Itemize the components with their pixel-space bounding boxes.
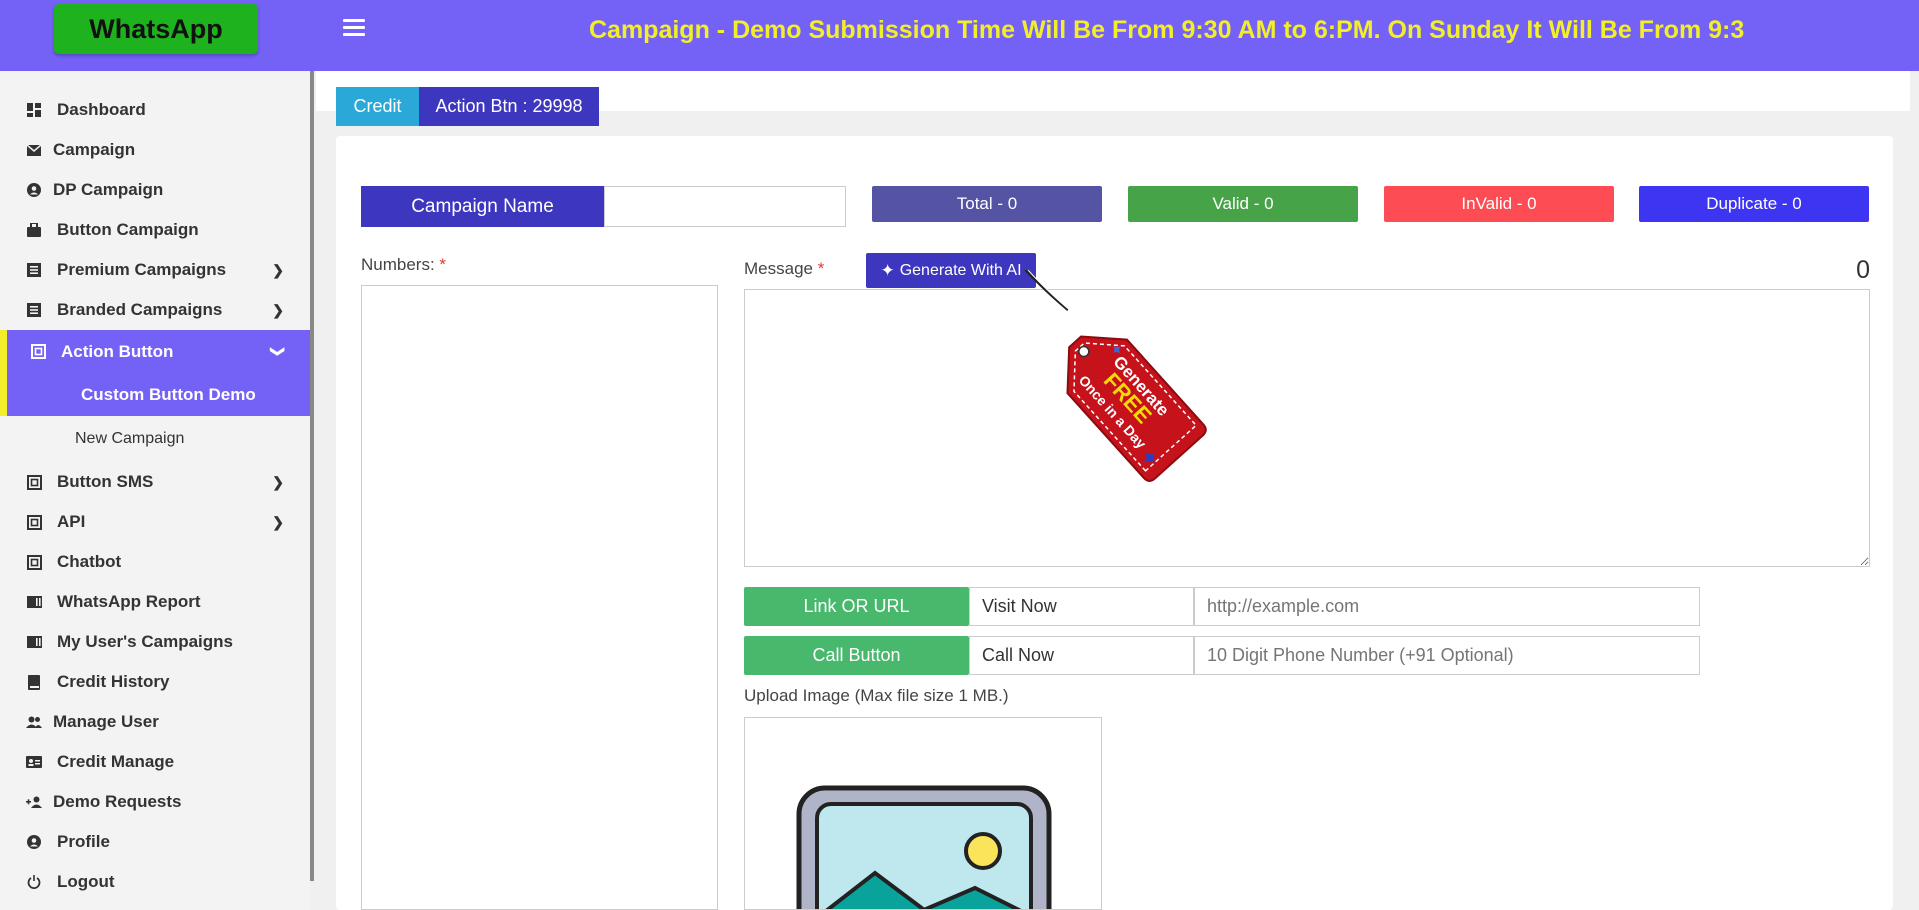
sidebar-item-label: Credit Manage [57,752,175,771]
bar-chart-icon [26,634,42,650]
frame-icon [26,554,42,570]
bag-icon [26,222,42,238]
sparkle-icon: ✦ [880,260,895,280]
numbers-label-text: Numbers: [361,255,435,274]
sidebar-item-dashboard[interactable]: Dashboard [0,90,310,130]
sidebar-item-button-campaign[interactable]: Button Campaign [0,210,310,250]
numbers-label: Numbers: * [361,255,446,275]
sidebar: Dashboard Campaign DP Campaign Button Ca… [0,71,310,910]
message-textarea[interactable] [744,289,1870,567]
sidebar-item-label: Profile [57,832,110,851]
sidebar-subitem-custom-button-demo[interactable]: Custom Button Demo [0,373,310,416]
sidebar-item-whatsapp-report[interactable]: WhatsApp Report [0,582,310,622]
sidebar-item-label: Dashboard [57,100,146,119]
sidebar-item-label: Campaign [53,140,136,159]
sidebar-item-api[interactable]: API ❯ [0,502,310,542]
user-plus-icon [26,794,42,810]
sidebar-item-label: API [57,512,86,531]
sidebar-item-label: Chatbot [57,552,122,571]
sidebar-item-label: Button Campaign [57,220,199,239]
power-icon [26,874,42,890]
sidebar-item-demo-requests[interactable]: Demo Requests [0,782,310,822]
sidebar-item-label: Demo Requests [53,792,182,811]
required-mark: * [817,259,825,278]
user-circle-icon [26,834,42,850]
list-icon [26,262,42,278]
sidebar-item-label: Premium Campaigns [57,260,227,279]
sidebar-item-credit-manage[interactable]: Credit Manage [0,742,310,782]
frame-icon [26,514,42,530]
sidebar-item-credit-history[interactable]: Credit History [0,662,310,702]
chevron-right-icon: ❯ [272,473,284,490]
message-label: Message * [744,259,824,279]
sidebar-item-premium-campaigns[interactable]: Premium Campaigns ❯ [0,250,310,290]
link-url-input[interactable] [1194,587,1700,626]
book-icon [26,674,42,690]
duplicate-count-badge: Duplicate - 0 [1639,186,1869,222]
bar-chart-icon [26,594,42,610]
page-scrollbar[interactable] [1910,71,1919,910]
sidebar-item-label: WhatsApp Report [57,592,201,611]
chevron-right-icon: ❯ [272,513,284,530]
chevron-down-icon: ❯ [270,345,287,358]
numbers-textarea[interactable] [361,285,718,910]
sidebar-item-label: Button SMS [57,472,154,491]
sidebar-item-label: Branded Campaigns [57,300,223,319]
campaign-name-input[interactable] [604,186,846,227]
sidebar-item-button-sms[interactable]: Button SMS ❯ [0,462,310,502]
sidebar-item-campaign[interactable]: Campaign [0,130,310,170]
sidebar-item-manage-user[interactable]: Manage User [0,702,310,742]
upload-image-label: Upload Image (Max file size 1 MB.) [744,686,1009,705]
sidebar-item-my-users-campaigns[interactable]: My User's Campaigns [0,622,310,662]
sidebar-item-profile[interactable]: Profile [0,822,310,862]
tab-action-btn-balance[interactable]: Action Btn : 29998 [419,87,599,126]
user-circle-icon [26,182,42,198]
sidebar-item-label: Action Button [61,341,174,361]
generate-with-ai-button[interactable]: ✦ Generate With AI [866,253,1036,288]
sidebar-scrollbar[interactable] [310,71,314,881]
chevron-right-icon: ❯ [272,261,284,278]
total-count-badge: Total - 0 [872,186,1102,222]
brand-logo[interactable]: WhatsApp [54,4,258,54]
link-button-name-input[interactable] [969,587,1194,626]
announcement-marquee: Campaign - Demo Submission Time Will Be … [589,16,1745,44]
sidebar-item-dp-campaign[interactable]: DP Campaign [0,170,310,210]
sidebar-item-label: Credit History [57,672,170,691]
call-button[interactable]: Call Button [744,636,969,675]
menu-toggle-icon[interactable] [343,19,367,39]
sidebar-item-chatbot[interactable]: Chatbot [0,542,310,582]
chevron-right-icon: ❯ [272,301,284,318]
generate-with-ai-label: Generate With AI [899,261,1022,279]
sidebar-item-action-button[interactable]: Action Button ❯ [0,330,310,373]
link-or-url-button[interactable]: Link OR URL [744,587,969,626]
image-placeholder-icon [796,785,1052,909]
campaign-name-label: Campaign Name [361,186,604,227]
id-card-icon [26,754,42,770]
frame-icon [26,474,42,490]
sidebar-subitem-new-campaign[interactable]: New Campaign [0,419,310,459]
valid-count-badge: Valid - 0 [1128,186,1358,222]
required-mark: * [439,255,447,274]
tab-credit[interactable]: Credit [336,87,419,126]
sidebar-item-label: Logout [57,872,115,891]
invalid-count-badge: InValid - 0 [1384,186,1614,222]
sidebar-item-logout[interactable]: Logout [0,862,310,902]
sidebar-item-label: DP Campaign [53,180,164,199]
image-upload-dropzone[interactable] [744,717,1102,910]
call-button-name-input[interactable] [969,636,1194,675]
dashboard-icon [26,102,42,118]
sidebar-item-label: My User's Campaigns [57,632,233,651]
free-once-a-day-tag-badge: Generate FREE Once in a Day ✦ ✦ [1024,270,1207,482]
message-label-text: Message [744,259,813,278]
list-icon [26,302,42,318]
top-header: WhatsApp Campaign - Demo Submission Time… [0,0,1919,71]
envelope-icon [26,142,42,158]
char-counter: 0 [1856,256,1870,284]
sidebar-item-branded-campaigns[interactable]: Branded Campaigns ❯ [0,290,310,330]
sidebar-item-label: Manage User [53,712,159,731]
phone-number-input[interactable] [1194,636,1700,675]
users-icon [26,714,42,730]
frame-icon [30,344,46,360]
